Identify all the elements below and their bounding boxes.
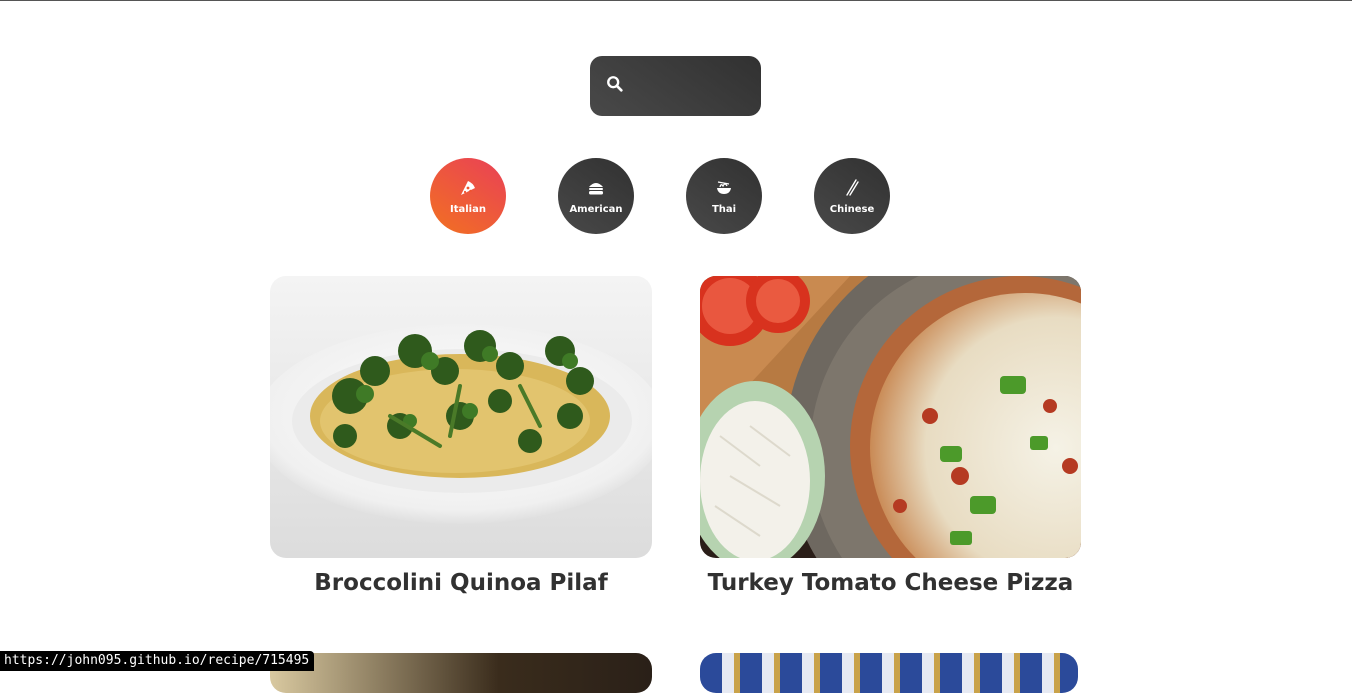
recipe-image-pizza[interactable] [700,276,1081,558]
pizza-icon [458,178,478,204]
category-label: Italian [450,203,486,215]
search-bar[interactable] [590,56,761,116]
category-thai[interactable]: Thai [686,158,762,234]
search-input[interactable] [634,76,748,96]
recipe-image-quinoa-pilaf[interactable] [270,276,652,558]
status-bar-url: https://john095.github.io/recipe/715495 [0,651,315,671]
burger-icon [586,178,606,204]
category-american[interactable]: American [558,158,634,234]
chopsticks-icon [842,178,862,204]
category-label: Chinese [829,203,875,215]
recipe-title[interactable]: Broccolini Quinoa Pilaf [270,570,652,596]
recipe-card[interactable]: Turkey Tomato Cheese Pizza [700,276,1081,596]
recipe-card[interactable]: Broccolini Quinoa Pilaf [270,276,652,596]
recipe-card[interactable] [700,653,1078,693]
recipe-card[interactable] [270,653,652,693]
search-icon[interactable] [606,75,624,97]
recipe-image[interactable] [700,653,1078,693]
category-chinese[interactable]: Chinese [814,158,890,234]
recipe-image[interactable] [270,653,652,693]
category-label: American [569,203,623,215]
category-label: Thai [711,203,737,215]
noodle-bowl-icon [714,178,734,204]
category-italian[interactable]: Italian [430,158,506,234]
recipe-title[interactable]: Turkey Tomato Cheese Pizza [700,570,1081,596]
